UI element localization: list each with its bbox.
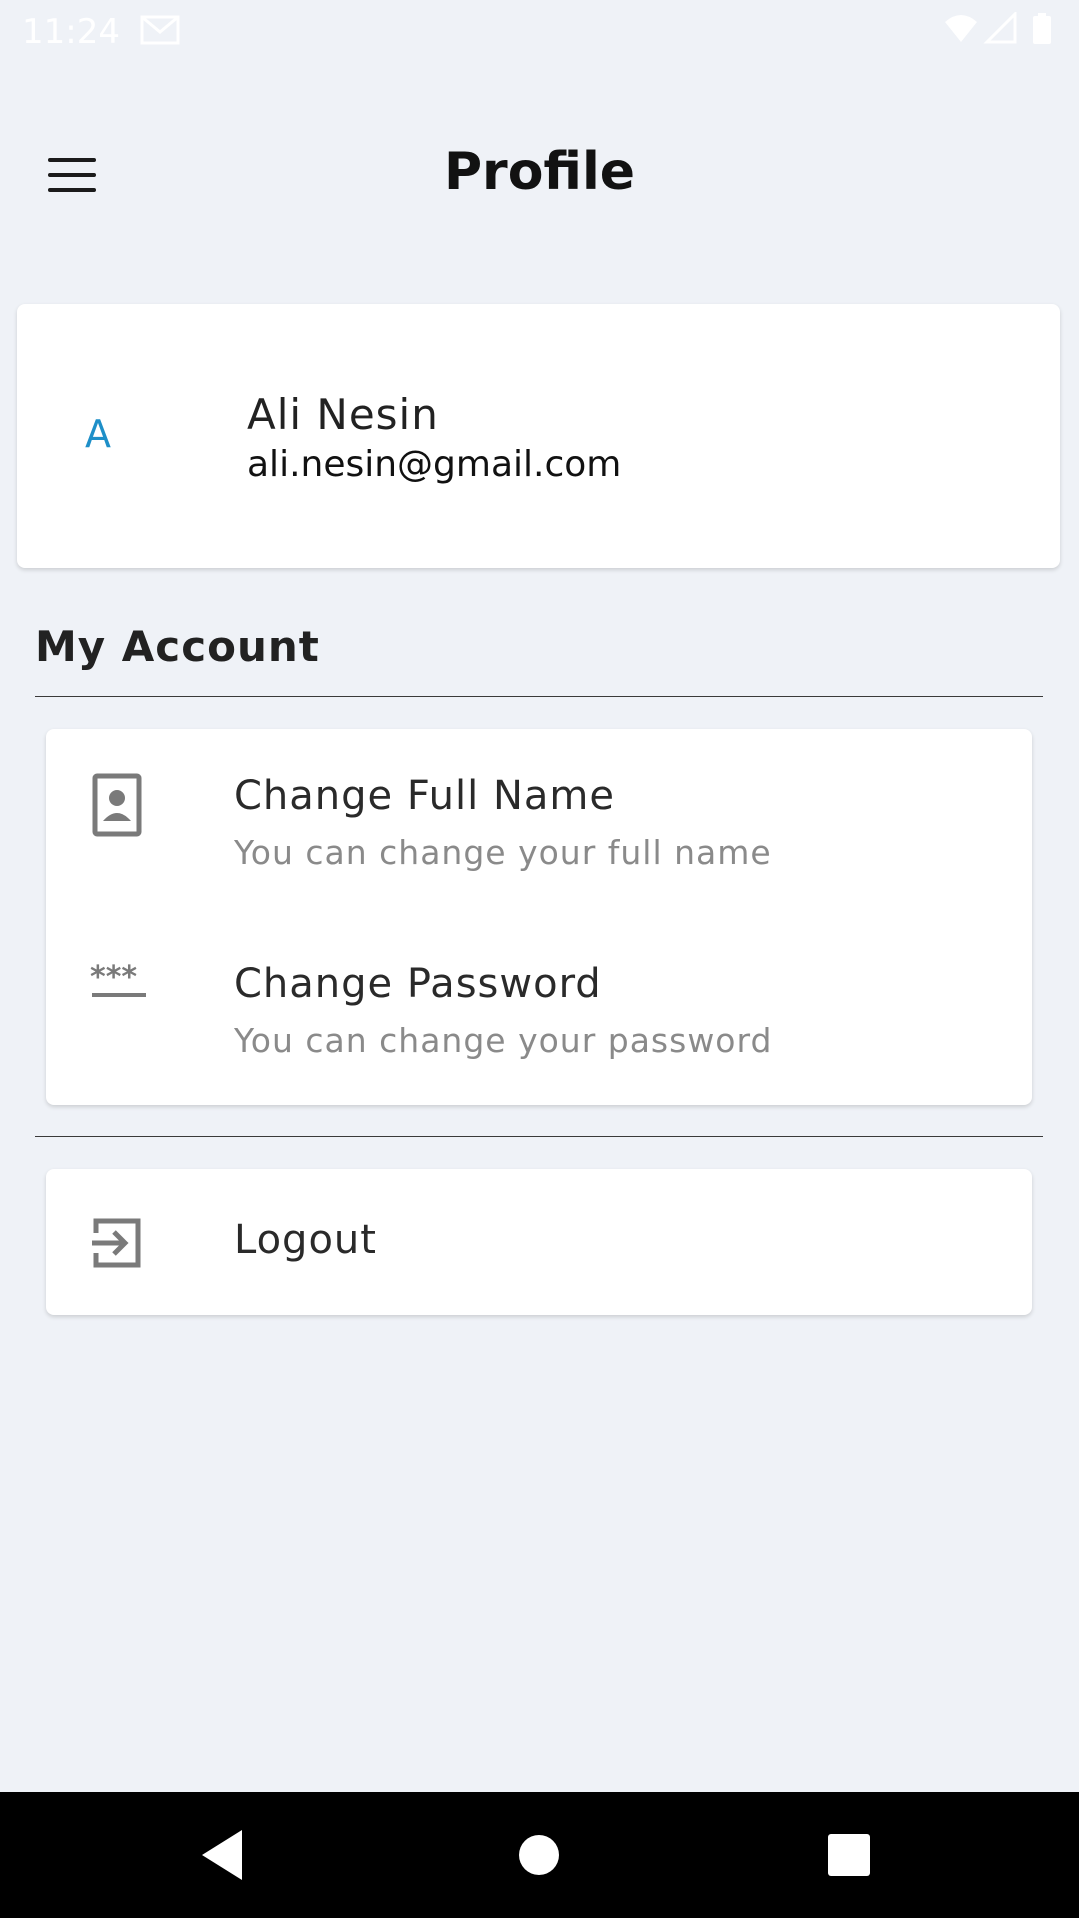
- change-full-name-title: Change Full Name: [234, 773, 615, 819]
- profile-card: A Ali Nesin ali.nesin@gmail.com: [17, 304, 1060, 568]
- change-password-item[interactable]: *** Change Password You can change your …: [46, 917, 1032, 1105]
- section-title-my-account: My Account: [35, 622, 320, 671]
- section-divider: [35, 696, 1043, 697]
- change-password-subtitle: You can change your password: [234, 1021, 773, 1060]
- password-icon: ***: [90, 960, 150, 1005]
- wifi-icon: [945, 15, 977, 42]
- battery-icon: [1033, 13, 1051, 44]
- logout-label: Logout: [234, 1217, 377, 1263]
- avatar: A: [85, 412, 111, 456]
- svg-text:***: ***: [90, 961, 137, 995]
- change-full-name-item[interactable]: Change Full Name You can change your ful…: [46, 729, 1032, 917]
- account-actions-card: Change Full Name You can change your ful…: [46, 729, 1032, 1105]
- change-password-title: Change Password: [234, 961, 602, 1007]
- system-nav-bar: [0, 1792, 1079, 1918]
- logout-card: Logout: [46, 1169, 1032, 1315]
- profile-name: Ali Nesin: [247, 390, 439, 439]
- gmail-notification-icon: [140, 14, 180, 50]
- home-circle-icon[interactable]: [506, 1822, 572, 1888]
- page-title: Profile: [443, 142, 636, 202]
- profile-email: ali.nesin@gmail.com: [247, 444, 622, 485]
- recents-square-icon[interactable]: [816, 1822, 882, 1888]
- signal-icon: [983, 10, 1017, 44]
- back-triangle-icon[interactable]: [190, 1822, 256, 1888]
- logout-icon: [90, 1217, 146, 1273]
- section-divider: [35, 1136, 1043, 1137]
- change-full-name-subtitle: You can change your full name: [234, 833, 772, 872]
- logout-button[interactable]: Logout: [46, 1169, 1032, 1315]
- status-icons: [941, 10, 1061, 52]
- status-bar: 11:24: [0, 0, 1079, 64]
- status-time: 11:24: [22, 12, 120, 52]
- contact-card-icon: [90, 771, 146, 843]
